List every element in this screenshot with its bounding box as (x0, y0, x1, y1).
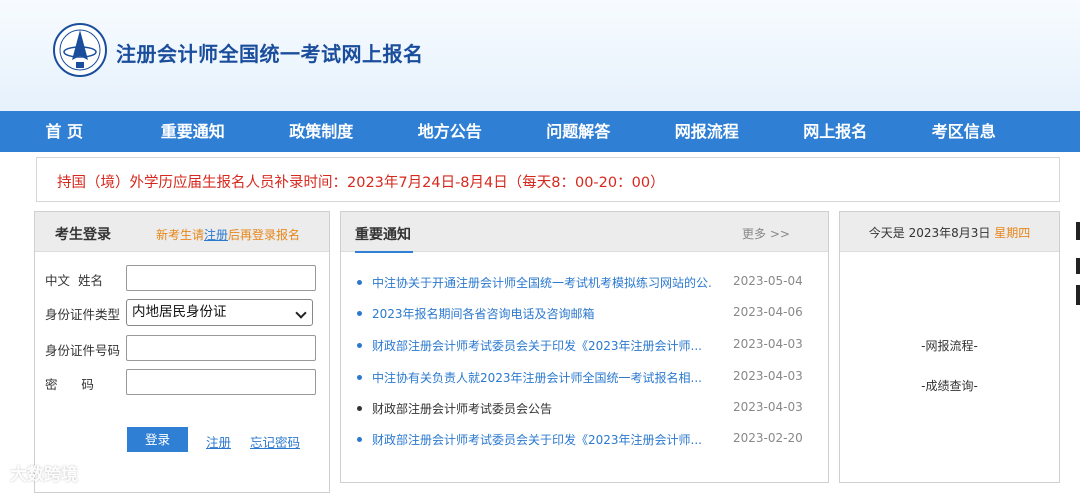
news-item[interactable]: 2023年报名期间各省咨询电话及咨询邮箱 2023-04-06 (357, 304, 817, 324)
forgot-password-link[interactable]: 忘记密码 (250, 432, 300, 451)
nav-item-notices[interactable]: 重要通知 (129, 111, 258, 152)
news-item-date: 2023-02-20 (733, 431, 803, 445)
nav-item-online-registration[interactable]: 网上报名 (771, 111, 900, 152)
date-panel-header: 今天是 2023年8月3日 星期四 (840, 212, 1059, 252)
name-input[interactable] (126, 265, 316, 291)
login-button[interactable]: 登录 (127, 427, 188, 452)
bullet-icon (357, 437, 362, 442)
id-type-row: 身份证件类型 内地居民身份证 (35, 299, 331, 326)
nav-item-faq[interactable]: 问题解答 (514, 111, 643, 152)
edge-mark (1076, 285, 1080, 305)
id-type-label: 身份证件类型 (45, 307, 121, 322)
login-panel-header: 考生登录 新考生请注册后再登录报名 (35, 212, 329, 252)
news-item-date: 2023-04-06 (733, 305, 803, 319)
news-item[interactable]: 中注协有关负责人就2023年注册会计师全国统一考试报名相... 2023-04-… (357, 368, 817, 388)
id-number-input[interactable] (126, 335, 316, 361)
site-header: 注册会计师全国统一考试网上报名 (0, 0, 1080, 111)
password-row: 密 码 (35, 369, 331, 395)
more-link[interactable]: 更多 >> (742, 225, 790, 242)
news-item[interactable]: 财政部注册会计师考试委员会公告 2023-04-03 (357, 399, 817, 419)
id-type-value: 内地居民身份证 (132, 304, 227, 320)
edge-mark (1076, 258, 1080, 274)
edge-mark (1076, 222, 1080, 240)
name-label: 中文 姓名 (45, 273, 103, 288)
notice-bar: 持国（境）外学历应届生报名人员补录时间：2023年7月24日-8月4日（每天8：… (36, 157, 1060, 202)
password-label: 密 码 (45, 377, 94, 392)
register-note: 新考生请注册后再登录报名 (156, 226, 300, 243)
register-note-link[interactable]: 注册 (204, 228, 228, 242)
bullet-icon (357, 343, 362, 348)
news-item-date: 2023-04-03 (733, 337, 803, 351)
score-query-link[interactable]: -成绩查询- (840, 377, 1059, 394)
news-panel: 重要通知 更多 >> 中注协关于开通注册会计师全国统一考试机考模拟练习网站的公.… (340, 211, 829, 483)
news-item-date: 2023-04-03 (733, 369, 803, 383)
process-link[interactable]: -网报流程- (840, 337, 1059, 354)
bullet-icon (357, 311, 362, 316)
login-title: 考生登录 (55, 227, 111, 243)
chevron-down-icon (295, 307, 307, 319)
nav-item-policy[interactable]: 政策制度 (257, 111, 386, 152)
today-date: 今天是 2023年8月3日 星期四 (840, 224, 1059, 241)
bullet-icon (357, 280, 362, 285)
password-input[interactable] (126, 369, 316, 395)
news-item-title[interactable]: 财政部注册会计师考试委员会关于印发《2023年注册会计师... (372, 337, 712, 354)
register-note-suffix: 后再登录报名 (228, 228, 301, 242)
nav-item-exam-area-info[interactable]: 考区信息 (900, 111, 1029, 152)
bullet-icon (357, 375, 362, 380)
id-type-select[interactable]: 内地居民身份证 (126, 299, 313, 326)
register-note-prefix: 新考生请 (156, 228, 205, 242)
today-weekday: 星期四 (994, 226, 1031, 240)
news-item-title[interactable]: 中注协关于开通注册会计师全国统一考试机考模拟练习网站的公... (372, 274, 712, 291)
id-number-row: 身份证件号码 (35, 335, 331, 361)
notice-text: 持国（境）外学历应届生报名人员补录时间：2023年7月24日-8月4日（每天8：… (57, 175, 665, 191)
main-nav: 首 页 重要通知 政策制度 地方公告 问题解答 网报流程 网上报名 考区信息 (0, 111, 1080, 152)
news-panel-header: 重要通知 更多 >> (341, 212, 828, 253)
news-item[interactable]: 中注协关于开通注册会计师全国统一考试机考模拟练习网站的公... 2023-05-… (357, 273, 817, 293)
id-number-label: 身份证件号码 (45, 343, 121, 358)
nav-item-process[interactable]: 网报流程 (643, 111, 772, 152)
news-item[interactable]: 财政部注册会计师考试委员会关于印发《2023年注册会计师... 2023-02-… (357, 430, 817, 450)
news-item-title[interactable]: 中注协有关负责人就2023年注册会计师全国统一考试报名相... (372, 369, 712, 386)
today-date-prefix: 今天是 2023年8月3日 (868, 226, 995, 240)
login-panel: 考生登录 新考生请注册后再登录报名 中文 姓名 身份证件类型 内地居民身份证 身… (34, 211, 330, 493)
watermark: 大数跨境 (10, 465, 78, 485)
bullet-icon (357, 406, 362, 411)
nav-item-home[interactable]: 首 页 (0, 111, 129, 152)
news-item-date: 2023-04-03 (733, 400, 803, 414)
news-item-title[interactable]: 财政部注册会计师考试委员会公告 (372, 400, 712, 417)
name-row: 中文 姓名 (35, 265, 331, 291)
news-item-title[interactable]: 2023年报名期间各省咨询电话及咨询邮箱 (372, 305, 712, 322)
news-title: 重要通知 (355, 224, 413, 253)
site-title: 注册会计师全国统一考试网上报名 (116, 42, 424, 66)
news-item-title[interactable]: 财政部注册会计师考试委员会关于印发《2023年注册会计师... (372, 431, 712, 448)
date-panel: 今天是 2023年8月3日 星期四 -网报流程- -成绩查询- (839, 211, 1060, 483)
cicpa-emblem-icon[interactable] (52, 22, 108, 78)
news-item-date: 2023-05-04 (733, 274, 803, 288)
register-link[interactable]: 注册 (206, 432, 231, 451)
nav-item-local-announcements[interactable]: 地方公告 (386, 111, 515, 152)
news-item[interactable]: 财政部注册会计师考试委员会关于印发《2023年注册会计师... 2023-04-… (357, 336, 817, 356)
